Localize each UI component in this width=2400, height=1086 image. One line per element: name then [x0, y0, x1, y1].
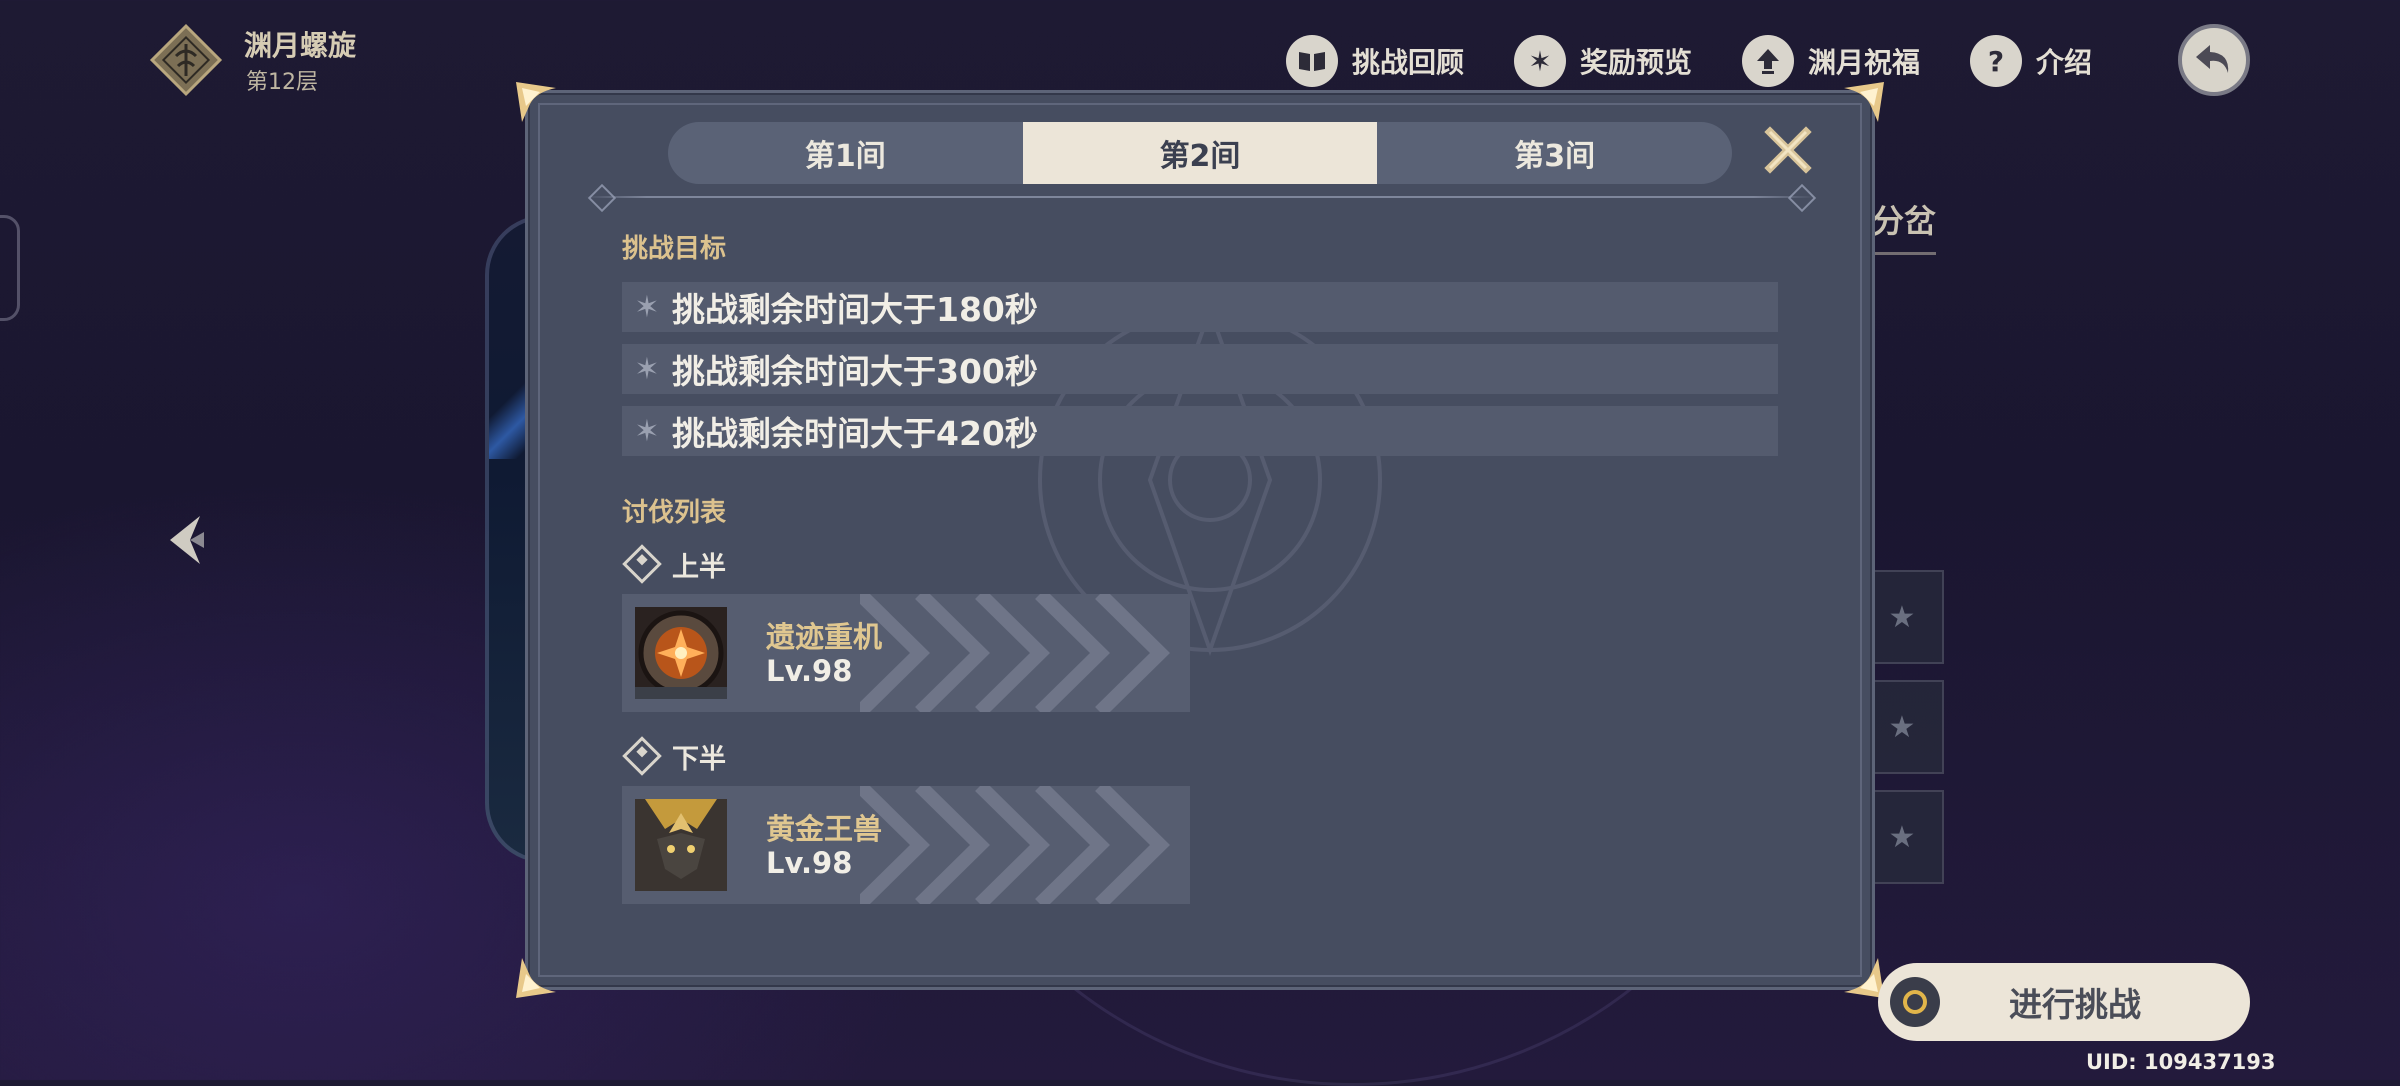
- tab-chamber-2[interactable]: 第2间: [1022, 122, 1378, 184]
- first-half-label: 上半: [622, 544, 726, 584]
- star-badge-icon: ✶: [1514, 35, 1566, 87]
- close-button[interactable]: [1762, 124, 1814, 176]
- diamond-icon: [622, 544, 662, 584]
- goal-text: 挑战剩余时间大于420秒: [672, 414, 1038, 453]
- goal-row: ✶ 挑战剩余时间大于180秒: [622, 282, 1778, 332]
- corner-ornament-icon: [1842, 80, 1886, 124]
- enemy-list-title: 讨伐列表: [622, 498, 727, 528]
- introduction-label: 介绍: [2036, 46, 2093, 79]
- blessing-label: 渊月祝福: [1808, 46, 1921, 79]
- corner-ornament-icon: [514, 80, 558, 124]
- enemy-level: Lv.98: [766, 846, 853, 880]
- question-icon: ?: [1970, 35, 2022, 87]
- challenge-review-button[interactable]: 挑战回顾: [1286, 34, 1464, 88]
- tab-divider: [585, 196, 1815, 198]
- previous-arrow-icon[interactable]: [160, 510, 210, 570]
- start-ring-icon: [1890, 977, 1940, 1027]
- star-icon: ✶: [634, 351, 660, 387]
- close-icon: [1764, 126, 1812, 174]
- challenge-review-label: 挑战回顾: [1352, 46, 1465, 79]
- goal-text: 挑战剩余时间大于180秒: [672, 290, 1038, 329]
- back-arrow-icon: [2196, 45, 2229, 73]
- corner-ornament-icon: [514, 956, 558, 1000]
- enemy-portrait-golden-wolflord: [635, 799, 727, 891]
- behind-tab-label: 分岔: [1872, 196, 1937, 255]
- enemy-name: 黄金王兽: [766, 812, 883, 846]
- back-button[interactable]: [2178, 24, 2250, 96]
- goal-row: ✶ 挑战剩余时间大于300秒: [622, 344, 1778, 394]
- reward-preview-label: 奖励预览: [1580, 46, 1693, 79]
- upload-arrow-icon: [1742, 35, 1794, 87]
- tab-chamber-1[interactable]: 第1间: [668, 122, 1023, 184]
- start-challenge-label: 进行挑战: [2009, 985, 2141, 1024]
- introduction-button[interactable]: ? 介绍: [1970, 34, 2092, 88]
- abyss-emblem-icon: [149, 23, 223, 97]
- goal-text: 挑战剩余时间大于300秒: [672, 352, 1038, 391]
- card-pattern: [860, 786, 1170, 904]
- uid-text: UID: 109437193: [2086, 1050, 2276, 1074]
- reward-preview-button[interactable]: ✶ 奖励预览: [1514, 34, 1692, 88]
- enemy-card[interactable]: 黄金王兽 Lv.98: [622, 786, 1190, 904]
- enemy-name: 遗迹重机: [766, 620, 883, 654]
- star-icon: ✶: [634, 413, 660, 449]
- tab-chamber-3[interactable]: 第3间: [1377, 122, 1732, 184]
- book-icon: [1286, 35, 1338, 87]
- floor-label: 第12层: [246, 70, 318, 95]
- chamber-tabs: 第1间 第2间 第3间: [668, 122, 1732, 184]
- diamond-icon: [622, 736, 662, 776]
- card-pattern: [860, 594, 1170, 712]
- start-challenge-button[interactable]: 进行挑战: [1878, 963, 2250, 1041]
- star-icon: ✶: [634, 289, 660, 325]
- goal-row: ✶ 挑战剩余时间大于420秒: [622, 406, 1778, 456]
- enemy-card[interactable]: 遗迹重机 Lv.98: [622, 594, 1190, 712]
- enemy-level: Lv.98: [766, 654, 853, 688]
- challenge-goal-title: 挑战目标: [622, 234, 727, 264]
- blessing-button[interactable]: 渊月祝福: [1742, 34, 1920, 88]
- left-edge-tab[interactable]: [0, 215, 20, 321]
- second-half-label: 下半: [622, 736, 726, 776]
- enemy-portrait-ruin-machine: [635, 607, 727, 699]
- page-title: 渊月螺旋: [244, 29, 357, 62]
